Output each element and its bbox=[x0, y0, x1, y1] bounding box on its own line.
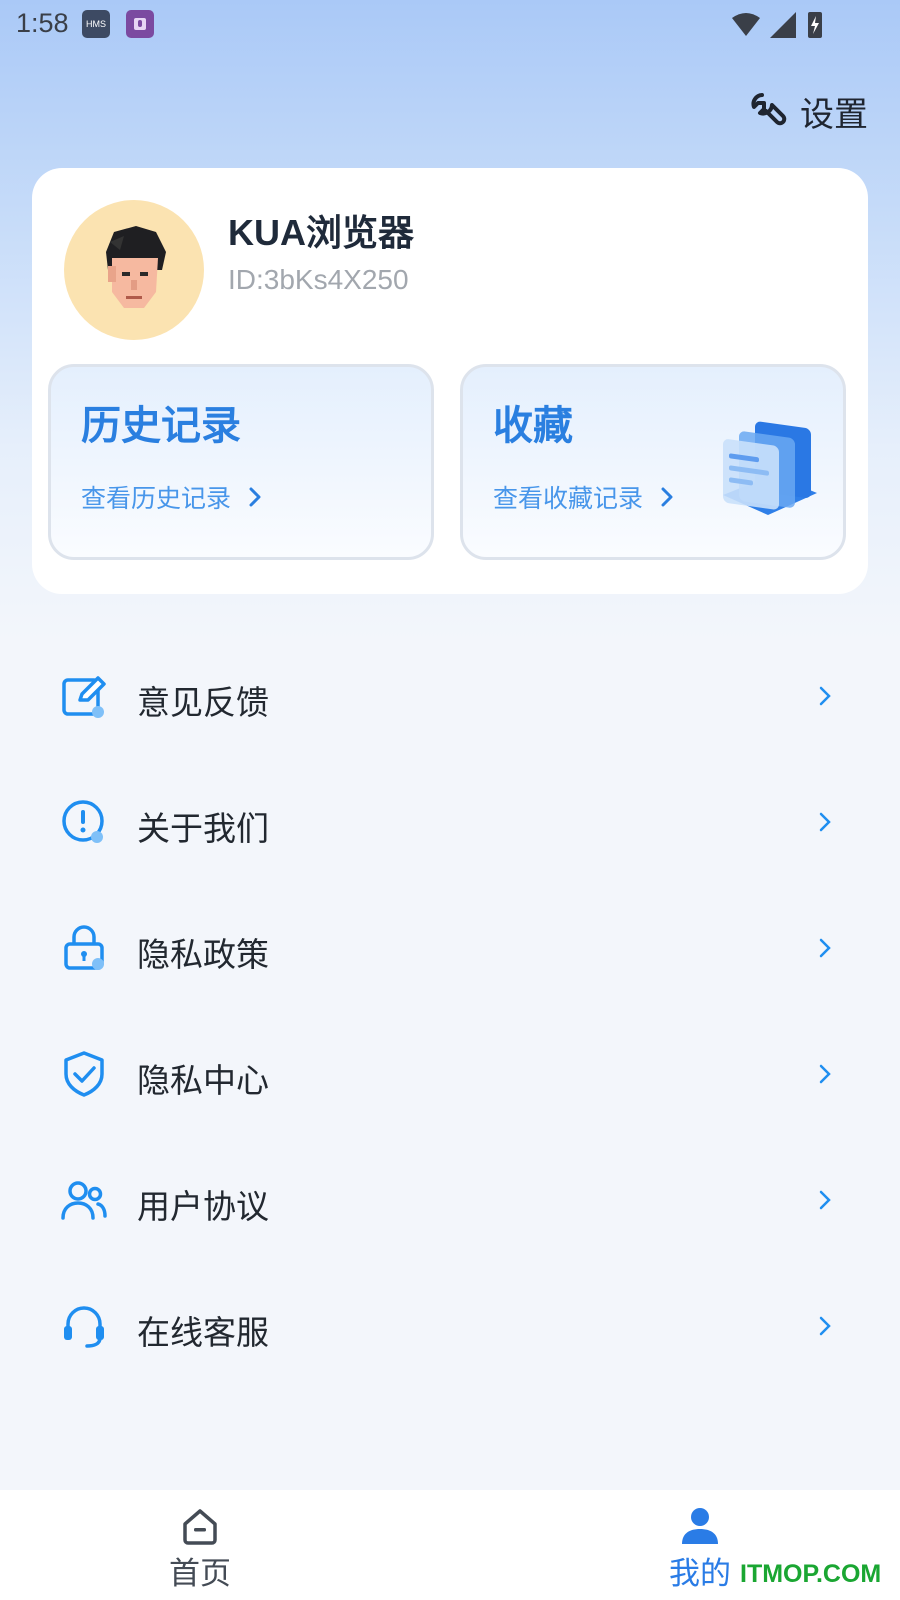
wrench-icon bbox=[751, 93, 787, 126]
history-card[interactable]: 历史记录 查看历史记录 bbox=[48, 364, 434, 560]
status-bar: 1:58 HMS bbox=[0, 0, 900, 48]
signal-icon bbox=[770, 12, 796, 38]
browser-windows-illustration-icon bbox=[723, 421, 817, 515]
favorites-subtitle-link[interactable]: 查看收藏记录 bbox=[493, 479, 673, 515]
menu-item-user-agreement[interactable]: 用户协议 bbox=[0, 1138, 900, 1264]
favorites-subtitle: 查看收藏记录 bbox=[493, 484, 644, 513]
system-status-icons bbox=[732, 12, 822, 38]
lock-icon bbox=[64, 925, 104, 970]
menu-label: 关于我们 bbox=[137, 809, 269, 848]
chevron-right-icon bbox=[661, 487, 673, 507]
menu-label: 隐私政策 bbox=[137, 935, 269, 974]
favorites-card[interactable]: 收藏 查看收藏记录 bbox=[460, 364, 846, 560]
avatar[interactable] bbox=[64, 200, 204, 340]
favorites-title: 收藏 bbox=[493, 403, 573, 449]
chevron-right-icon bbox=[819, 1064, 831, 1084]
menu-item-privacy-center[interactable]: 隐私中心 bbox=[0, 1012, 900, 1138]
avatar-face-icon bbox=[106, 226, 166, 308]
settings-menu: 意见反馈 关于我们 隐私政策 隐私中心 用户协议 在线客服 bbox=[0, 634, 900, 1390]
menu-item-about[interactable]: 关于我们 bbox=[0, 760, 900, 886]
chevron-right-icon bbox=[819, 812, 831, 832]
nav-label: 首页 bbox=[169, 1556, 231, 1592]
edit-icon bbox=[62, 676, 106, 718]
menu-label: 用户协议 bbox=[137, 1187, 269, 1226]
chevron-right-icon bbox=[249, 487, 261, 507]
menu-label: 在线客服 bbox=[137, 1313, 269, 1352]
wifi-icon bbox=[732, 13, 760, 36]
headset-icon bbox=[64, 1306, 104, 1348]
chevron-right-icon bbox=[819, 686, 831, 706]
profile-name: KUA浏览器 bbox=[228, 212, 414, 253]
users-icon bbox=[61, 1181, 107, 1220]
info-icon bbox=[62, 800, 104, 843]
home-icon bbox=[183, 1509, 217, 1545]
profile-card: KUA浏览器 ID:3bKs4X250 历史记录 查看历史记录 收藏 查看收藏记… bbox=[32, 168, 868, 594]
settings-button[interactable]: 设置 bbox=[748, 86, 868, 136]
menu-item-customer-service[interactable]: 在线客服 bbox=[0, 1264, 900, 1390]
menu-label: 隐私中心 bbox=[137, 1061, 269, 1100]
shield-icon bbox=[64, 1051, 104, 1097]
status-time: 1:58 bbox=[16, 8, 69, 38]
recorder-app-icon bbox=[126, 10, 154, 38]
chevron-right-icon bbox=[819, 938, 831, 958]
watermark: ITMOP.COM bbox=[740, 1560, 882, 1588]
history-subtitle-link[interactable]: 查看历史记录 bbox=[81, 479, 261, 515]
nav-item-home[interactable]: 首页 bbox=[100, 1490, 300, 1600]
history-subtitle: 查看历史记录 bbox=[81, 484, 232, 513]
menu-item-feedback[interactable]: 意见反馈 bbox=[0, 634, 900, 760]
history-title: 历史记录 bbox=[81, 403, 241, 449]
settings-label: 设置 bbox=[800, 94, 868, 135]
menu-item-privacy-policy[interactable]: 隐私政策 bbox=[0, 886, 900, 1012]
chevron-right-icon bbox=[819, 1190, 831, 1210]
hms-icon: HMS bbox=[82, 10, 110, 38]
menu-label: 意见反馈 bbox=[137, 683, 269, 722]
user-icon bbox=[682, 1508, 718, 1544]
profile-id: ID:3bKs4X250 bbox=[228, 264, 409, 295]
chevron-right-icon bbox=[819, 1316, 831, 1336]
